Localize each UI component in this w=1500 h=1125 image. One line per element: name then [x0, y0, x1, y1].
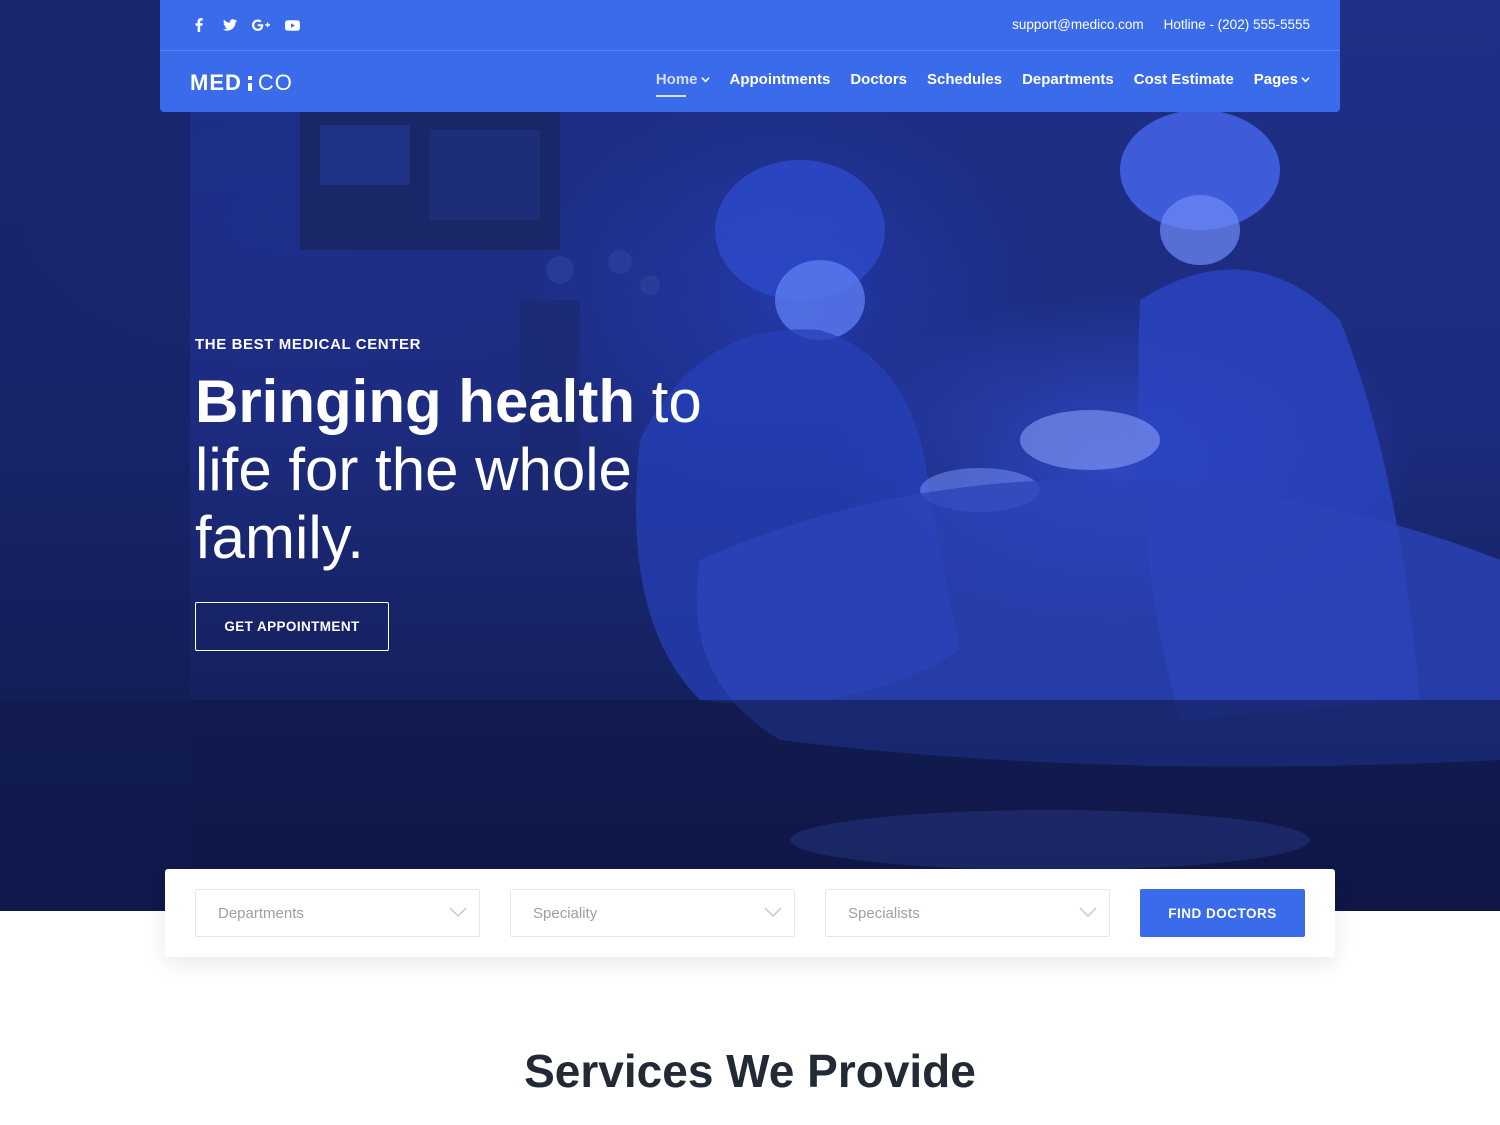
facebook-icon[interactable]: [190, 16, 208, 34]
social-links: [190, 16, 301, 34]
chevron-down-icon: [764, 907, 782, 918]
nav-item-doctors[interactable]: Doctors: [850, 71, 907, 88]
logo-text-light: CO: [257, 70, 293, 95]
find-doctors-button[interactable]: FIND DOCTORS: [1140, 889, 1305, 937]
youtube-icon[interactable]: [283, 16, 301, 34]
specialists-placeholder: Specialists: [848, 905, 920, 922]
nav-item-home[interactable]: Home: [655, 71, 710, 97]
get-appointment-button[interactable]: GET APPOINTMENT: [195, 602, 389, 651]
nav-item-departments[interactable]: Departments: [1022, 71, 1114, 88]
find-doctor-panel: Departments Speciality Specialists FIND …: [165, 869, 1335, 957]
logo-plus-icon: [243, 73, 257, 93]
site-logo[interactable]: MED CO: [190, 70, 293, 96]
main-navbar: MED CO Home Appointments Doctors Schedul…: [160, 51, 1340, 111]
nav-item-appointments[interactable]: Appointments: [730, 71, 831, 88]
chevron-down-icon: [1301, 77, 1310, 83]
support-email[interactable]: support@medico.com: [1012, 17, 1144, 32]
services-title: Services We Provide: [524, 1045, 976, 1097]
twitter-icon[interactable]: [221, 16, 239, 34]
nav-item-cost-estimate[interactable]: Cost Estimate: [1134, 71, 1234, 88]
chevron-down-icon: [449, 907, 467, 918]
hero-headline-bold: Bringing health: [195, 368, 635, 435]
hero-eyebrow: THE BEST MEDICAL CENTER: [195, 336, 422, 353]
nav-item-schedules[interactable]: Schedules: [927, 71, 1002, 88]
chevron-down-icon: [1079, 907, 1097, 918]
hotline-number[interactable]: Hotline - (202) 555-5555: [1164, 17, 1310, 32]
departments-placeholder: Departments: [218, 905, 304, 922]
hero-headline: Bringing health to life for the whole fa…: [195, 368, 795, 572]
top-bar: support@medico.com Hotline - (202) 555-5…: [160, 0, 1340, 51]
chevron-down-icon: [700, 77, 710, 83]
speciality-placeholder: Speciality: [533, 905, 598, 922]
nav-item-pages[interactable]: Pages: [1254, 71, 1310, 88]
departments-select[interactable]: Departments: [195, 889, 480, 937]
contact-info: support@medico.com Hotline - (202) 555-5…: [1012, 17, 1310, 32]
site-header: support@medico.com Hotline - (202) 555-5…: [160, 0, 1340, 112]
speciality-select[interactable]: Speciality: [510, 889, 795, 937]
specialists-select[interactable]: Specialists: [825, 889, 1110, 937]
primary-nav: Home Appointments Doctors Schedules Depa…: [655, 71, 1310, 97]
logo-text-bold: MED: [190, 70, 242, 95]
google-plus-icon[interactable]: [252, 16, 270, 34]
